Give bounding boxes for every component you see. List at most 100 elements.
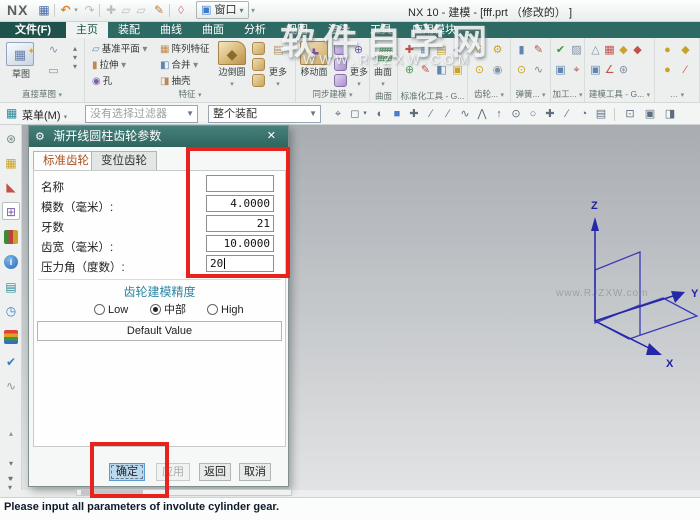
scroll-up-icon[interactable] (2, 425, 20, 443)
check-mate-icon[interactable] (2, 353, 20, 371)
ribbon-tool-icon[interactable] (678, 63, 693, 78)
scrollbar-thumb[interactable] (81, 490, 143, 495)
ribbon-tool-icon[interactable] (434, 43, 449, 58)
unite-button[interactable]: 合并 (160, 58, 200, 73)
group-dropdown-icon[interactable] (542, 92, 546, 99)
web-browser-icon[interactable]: i (4, 255, 18, 269)
solid-body-icon[interactable] (389, 106, 405, 122)
clip-section-icon[interactable] (662, 106, 678, 122)
profile-icon[interactable] (46, 43, 61, 58)
ribbon-tool-icon[interactable] (402, 43, 417, 58)
command-finder-icon[interactable] (152, 2, 166, 19)
selection-filter-combo[interactable]: 没有选择过滤器 (85, 105, 198, 123)
tab-view[interactable]: 视图 (276, 22, 318, 38)
circle-icon[interactable] (525, 106, 541, 122)
line-icon[interactable] (423, 106, 439, 122)
cancel-button[interactable]: 取消 (239, 463, 271, 481)
tab-render[interactable]: 渲染 (318, 22, 360, 38)
group-dropdown-icon[interactable] (198, 92, 202, 99)
pattern-feature-button[interactable]: 阵列特征 (160, 42, 209, 57)
modeling-tool-icon[interactable] (588, 43, 603, 58)
spring-tool-icon[interactable] (514, 63, 529, 78)
default-value-button[interactable]: Default Value (37, 321, 282, 341)
history-icon[interactable] (2, 302, 20, 320)
spring-tool-icon[interactable] (531, 43, 546, 58)
group-dropdown-icon[interactable] (579, 92, 583, 99)
ribbon-tool-icon[interactable] (450, 63, 465, 78)
machining-tool-icon[interactable] (569, 63, 584, 78)
ribbon-tool-icon[interactable] (418, 63, 433, 78)
modeling-tool-icon[interactable] (616, 63, 631, 78)
copy-icon[interactable] (119, 2, 133, 19)
ribbon-tool-icon[interactable] (678, 43, 693, 58)
machining-tool-icon[interactable] (553, 63, 568, 78)
tab-application[interactable]: 应用模块 (402, 22, 466, 38)
selection-scope-combo[interactable]: 整个装配 (208, 105, 321, 123)
face-width-field[interactable]: 10.0000 (206, 235, 274, 252)
cylinder-gear-icon[interactable] (472, 43, 487, 58)
modeling-tool-icon[interactable] (602, 43, 617, 58)
ok-button[interactable]: 确定 (109, 463, 145, 481)
ribbon-tool-icon[interactable] (418, 43, 433, 58)
circle-center-icon[interactable] (508, 106, 524, 122)
shell-button[interactable]: 抽壳 (160, 74, 190, 89)
tab-standard-gear[interactable]: 标准齿轮 (33, 151, 99, 171)
redo-icon[interactable] (82, 2, 97, 19)
palette-icon[interactable] (4, 330, 18, 344)
precision-low-radio[interactable]: Low (94, 300, 128, 318)
surface-button[interactable] (370, 41, 402, 65)
menu-button[interactable]: 菜单(M) (22, 107, 67, 123)
hole-button[interactable]: 孔 (92, 74, 112, 89)
group-dropdown-icon[interactable] (647, 92, 651, 99)
more-sync-icon[interactable] (351, 43, 366, 58)
roles-gear-icon[interactable] (2, 130, 20, 148)
cut-icon[interactable] (104, 2, 118, 19)
precision-high-radio[interactable]: High (207, 300, 244, 318)
rectangle-sketch-icon[interactable] (46, 64, 61, 79)
find-component-icon[interactable] (622, 106, 638, 122)
move-object-icon[interactable] (406, 106, 422, 122)
chamfer-icon[interactable] (252, 42, 265, 55)
more-feature-button[interactable]: 更多 (262, 67, 294, 90)
bevel-gear-icon[interactable] (490, 43, 505, 58)
move-face-button[interactable] (300, 41, 328, 65)
pressure-angle-field[interactable]: 20 (206, 255, 274, 272)
sphere-select-icon[interactable] (372, 106, 388, 122)
undo-dropdown-icon[interactable] (72, 2, 80, 19)
tab-home[interactable]: 主页 (66, 22, 108, 38)
datum-plane-button[interactable]: 基准平面 (92, 42, 149, 57)
datum-csys[interactable]: Z Y X (545, 195, 700, 375)
process-studio-icon[interactable] (2, 278, 20, 296)
constraint-navigator-icon[interactable] (2, 178, 20, 196)
ribbon-tool-icon[interactable] (434, 63, 449, 78)
polyline-icon[interactable] (474, 106, 490, 122)
modeling-tool-icon[interactable] (602, 63, 617, 78)
gallery-scroll-arrows[interactable] (70, 44, 80, 71)
ribbon-tool-icon[interactable] (660, 63, 675, 78)
ribbon-tool-icon[interactable] (660, 43, 675, 58)
group-dropdown-icon[interactable] (58, 92, 62, 99)
tab-analysis[interactable]: 分析 (234, 22, 276, 38)
y-axis[interactable] (595, 296, 673, 321)
sidebar-collapse-arrows[interactable] (4, 474, 16, 492)
ribbon-tool-icon[interactable] (402, 63, 417, 78)
snap-point-icon[interactable] (330, 106, 346, 122)
edge-blend-button[interactable] (218, 41, 246, 65)
window-menu-button[interactable]: 窗口 (196, 1, 249, 19)
gear-pair-icon[interactable] (472, 63, 487, 78)
vector-icon[interactable] (491, 106, 507, 122)
modeling-tool-icon[interactable] (588, 63, 603, 78)
more-feature-icon[interactable] (271, 43, 286, 58)
modeling-tool-icon[interactable] (616, 43, 631, 58)
modeling-tool-icon[interactable] (630, 43, 645, 58)
tab-curve[interactable]: 曲线 (150, 22, 192, 38)
touch-mode-icon[interactable] (174, 2, 188, 19)
back-button[interactable]: 返回 (199, 463, 231, 481)
paste-icon[interactable] (134, 2, 148, 19)
extrude-button[interactable]: 拉伸 (92, 58, 128, 73)
quadrant-point-icon[interactable] (576, 106, 592, 122)
group-dropdown-icon[interactable] (681, 92, 685, 99)
machining-tool-icon[interactable] (553, 43, 568, 58)
undo-icon[interactable] (58, 2, 73, 19)
ribbon-tool-icon[interactable] (450, 43, 465, 58)
